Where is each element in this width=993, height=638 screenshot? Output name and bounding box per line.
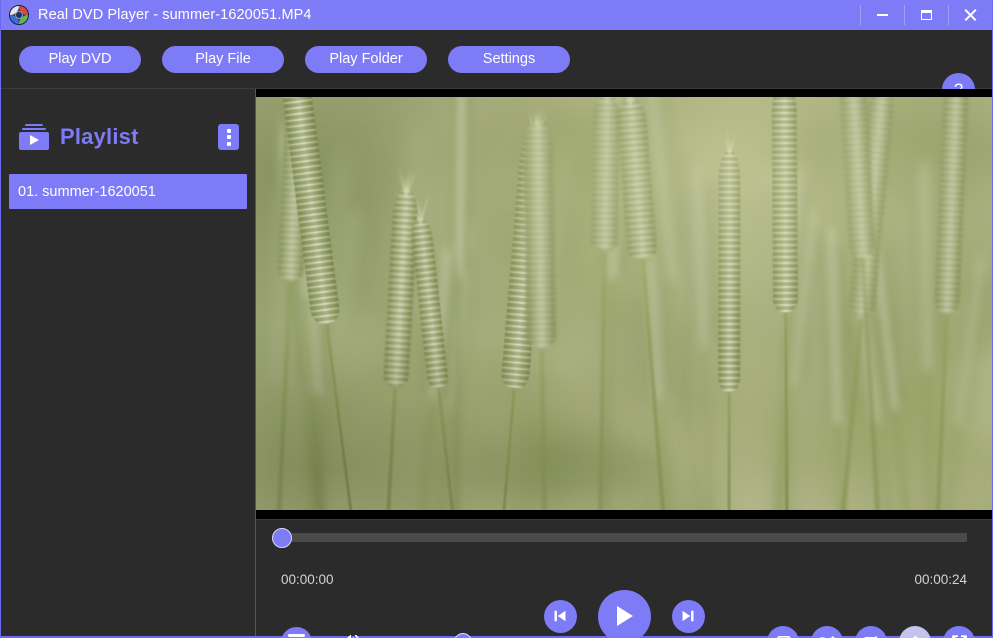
previous-button[interactable] bbox=[543, 599, 577, 633]
window-controls bbox=[860, 0, 992, 30]
queue-button[interactable] bbox=[855, 626, 887, 638]
volume-handle[interactable] bbox=[454, 633, 472, 638]
window-title: Real DVD Player - summer-1620051.MP4 bbox=[38, 7, 312, 23]
playlist-title: Playlist bbox=[60, 124, 139, 149]
wheat-stalk bbox=[771, 97, 799, 510]
minimize-button[interactable] bbox=[860, 0, 904, 30]
hamburger-menu-icon bbox=[288, 634, 305, 637]
previous-track-icon bbox=[554, 610, 566, 622]
wheat-stalk bbox=[718, 126, 741, 510]
volume-icon[interactable] bbox=[340, 632, 362, 638]
fullscreen-icon bbox=[951, 634, 967, 638]
content-area: Playlist 01. summer-1620051 00:00:00 00:… bbox=[1, 89, 992, 638]
video-surface[interactable] bbox=[256, 89, 992, 520]
fullscreen-button[interactable] bbox=[943, 626, 975, 638]
dvd-disc-icon bbox=[9, 5, 29, 25]
seek-handle[interactable] bbox=[272, 527, 292, 548]
play-icon bbox=[617, 606, 633, 626]
list-item[interactable]: 01. summer-1620051 bbox=[9, 174, 247, 209]
main-toolbar: Play DVD Play File Play Folder Settings … bbox=[1, 30, 992, 106]
playlist-sidebar: Playlist 01. summer-1620051 bbox=[1, 89, 256, 636]
application-window: Real DVD Player - summer-1620051.MP4 Pla… bbox=[0, 0, 993, 638]
repeat-button[interactable] bbox=[767, 626, 799, 638]
play-button[interactable] bbox=[597, 589, 651, 638]
total-time: 00:00:24 bbox=[914, 572, 967, 587]
video-playlist-icon bbox=[19, 124, 49, 150]
seek-track[interactable] bbox=[272, 527, 967, 548]
play-dvd-button[interactable]: Play DVD bbox=[19, 45, 141, 73]
player-panel: 00:00:00 00:00:24 bbox=[256, 89, 992, 638]
volume-control bbox=[340, 632, 538, 638]
playlist-header: Playlist bbox=[1, 119, 255, 155]
maximize-button[interactable] bbox=[904, 0, 948, 30]
play-file-button[interactable]: Play File bbox=[162, 45, 284, 73]
seek-bar bbox=[256, 520, 992, 566]
mode-buttons bbox=[767, 626, 975, 638]
playlist-menu-button[interactable] bbox=[218, 124, 239, 150]
shuffle-button[interactable] bbox=[811, 626, 843, 638]
repeat-icon bbox=[776, 635, 791, 638]
video-frame bbox=[256, 97, 992, 510]
title-bar: Real DVD Player - summer-1620051.MP4 bbox=[1, 0, 992, 30]
more-vertical-icon bbox=[226, 128, 231, 133]
next-track-icon bbox=[682, 610, 694, 622]
shuffle-icon bbox=[819, 635, 835, 638]
home-icon bbox=[911, 635, 919, 638]
playlist-items: 01. summer-1620051 bbox=[1, 174, 255, 209]
play-folder-button[interactable]: Play Folder bbox=[305, 45, 427, 73]
settings-button[interactable]: Settings bbox=[448, 45, 570, 73]
minimize-icon bbox=[876, 14, 888, 16]
playlist-music-icon bbox=[864, 635, 877, 638]
maximize-icon bbox=[920, 10, 932, 20]
time-display: 00:00:00 00:00:24 bbox=[256, 566, 992, 590]
close-icon bbox=[964, 9, 976, 21]
next-button[interactable] bbox=[671, 599, 705, 633]
home-button[interactable] bbox=[899, 626, 931, 638]
close-button[interactable] bbox=[948, 0, 992, 30]
current-time: 00:00:00 bbox=[281, 572, 334, 587]
